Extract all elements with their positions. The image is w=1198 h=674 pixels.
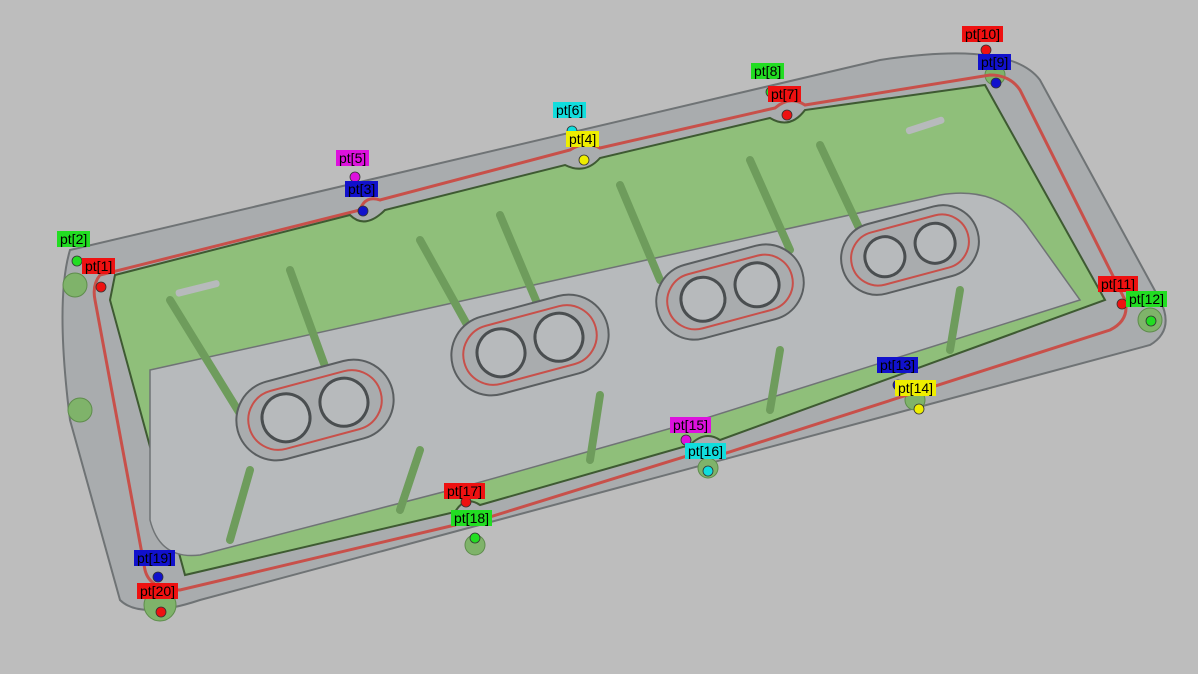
scan-model-view[interactable] [0, 0, 1198, 674]
point-label-15: pt[15] [670, 417, 712, 433]
point-marker-3[interactable] [357, 205, 369, 217]
point-label-7: pt[7] [768, 86, 802, 102]
point-label-9: pt[9] [978, 54, 1012, 70]
point-label-11: pt[11] [1098, 276, 1138, 292]
point-marker-18[interactable] [469, 532, 481, 544]
point-label-8: pt[8] [751, 63, 785, 79]
point-label-3: pt[3] [345, 181, 379, 197]
point-label-16: pt[16] [685, 443, 727, 459]
point-marker-9[interactable] [990, 77, 1002, 89]
point-label-14: pt[14] [895, 380, 937, 396]
point-marker-2[interactable] [71, 255, 83, 267]
point-label-13: pt[13] [877, 357, 919, 373]
point-label-18: pt[18] [451, 510, 493, 526]
point-label-4: pt[4] [566, 131, 600, 147]
point-marker-12[interactable] [1145, 315, 1157, 327]
point-label-20: pt[20] [137, 583, 179, 599]
point-label-19: pt[19] [134, 550, 176, 566]
point-label-5: pt[5] [336, 150, 370, 166]
point-label-10: pt[10] [962, 26, 1004, 42]
point-label-2: pt[2] [57, 231, 91, 247]
point-label-6: pt[6] [553, 102, 587, 118]
point-label-12: pt[12] [1126, 291, 1168, 307]
point-marker-19[interactable] [152, 571, 164, 583]
point-label-1: pt[1] [82, 258, 116, 274]
point-marker-16[interactable] [702, 465, 714, 477]
point-marker-7[interactable] [781, 109, 793, 121]
point-marker-1[interactable] [95, 281, 107, 293]
point-label-17: pt[17] [444, 483, 486, 499]
3d-viewport[interactable]: pt[1] pt[2] pt[3] pt[4] pt[5] pt[6] pt[7] pt[8]… [0, 0, 1198, 674]
point-marker-4[interactable] [578, 154, 590, 166]
point-marker-20[interactable] [155, 606, 167, 618]
point-marker-14[interactable] [913, 403, 925, 415]
